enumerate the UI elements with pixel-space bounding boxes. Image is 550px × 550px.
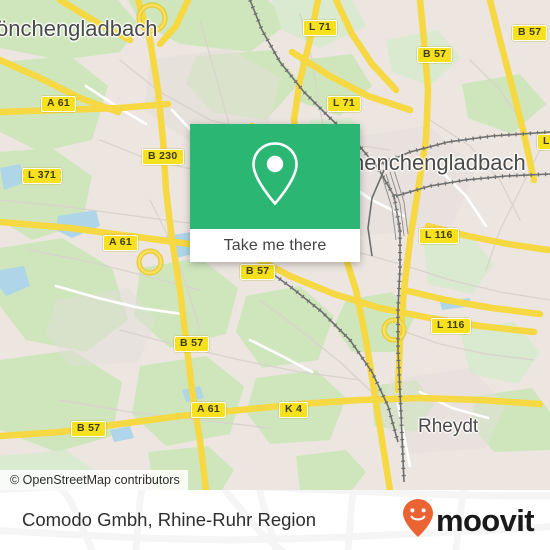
road-shield-l-clipped[interactable]: L — [537, 134, 550, 150]
map-canvas[interactable]: .grn { fill:#cfe6bd; } .grn2{ fill:#d9ea… — [0, 0, 550, 490]
place-label-monchengladbach-centre: henchengladbach — [352, 150, 526, 175]
info-card-header — [190, 124, 360, 229]
info-card-pointer-tail — [274, 229, 296, 240]
road-shield-a61-a[interactable]: A 61 — [41, 96, 76, 112]
location-info-card[interactable]: Take me there — [190, 124, 360, 262]
map-attribution[interactable]: © OpenStreetMap contributors — [0, 470, 188, 490]
road-shield-b57-b[interactable]: B 57 — [417, 47, 453, 63]
road-shield-l71-a[interactable]: L 71 — [303, 20, 338, 36]
road-shield-a61-c[interactable]: A 61 — [191, 402, 226, 418]
footer-bar: Comodo Gmbh, Rhine-Ruhr Region moovit — [0, 490, 550, 550]
location-title: Comodo Gmbh, Rhine-Ruhr Region — [22, 509, 317, 530]
road-shield-b230[interactable]: B 230 — [142, 149, 184, 165]
place-label-monchengladbach-west: önchengladbach — [0, 16, 158, 41]
road-shield-l371[interactable]: L 371 — [22, 168, 63, 184]
road-shield-b57-d[interactable]: B 57 — [174, 336, 210, 352]
road-shield-a61-b[interactable]: A 61 — [103, 235, 138, 251]
attribution-text: © OpenStreetMap contributors — [10, 473, 180, 487]
moovit-logo[interactable]: moovit — [402, 490, 535, 550]
road-shield-l116-b[interactable]: L 116 — [431, 318, 471, 334]
road-shield-l71-b[interactable]: L 71 — [327, 96, 362, 112]
road-shield-b57-a[interactable]: B 57 — [512, 25, 548, 41]
road-shield-k4[interactable]: K 4 — [279, 402, 309, 418]
moovit-wordmark: moovit — [435, 502, 535, 538]
info-card-action[interactable]: Take me there — [190, 229, 360, 262]
road-shield-l116-a[interactable]: L 116 — [419, 228, 459, 244]
place-label-rheydt: Rheydt — [418, 416, 479, 437]
road-shield-b57-c[interactable]: B 57 — [240, 264, 276, 280]
moovit-smiley-pin-icon — [402, 498, 434, 543]
road-shield-b57-e[interactable]: B 57 — [71, 421, 107, 437]
map-pin-icon — [247, 139, 303, 214]
moovit-location-card: .grn { fill:#cfe6bd; } .grn2{ fill:#d9ea… — [0, 0, 550, 550]
